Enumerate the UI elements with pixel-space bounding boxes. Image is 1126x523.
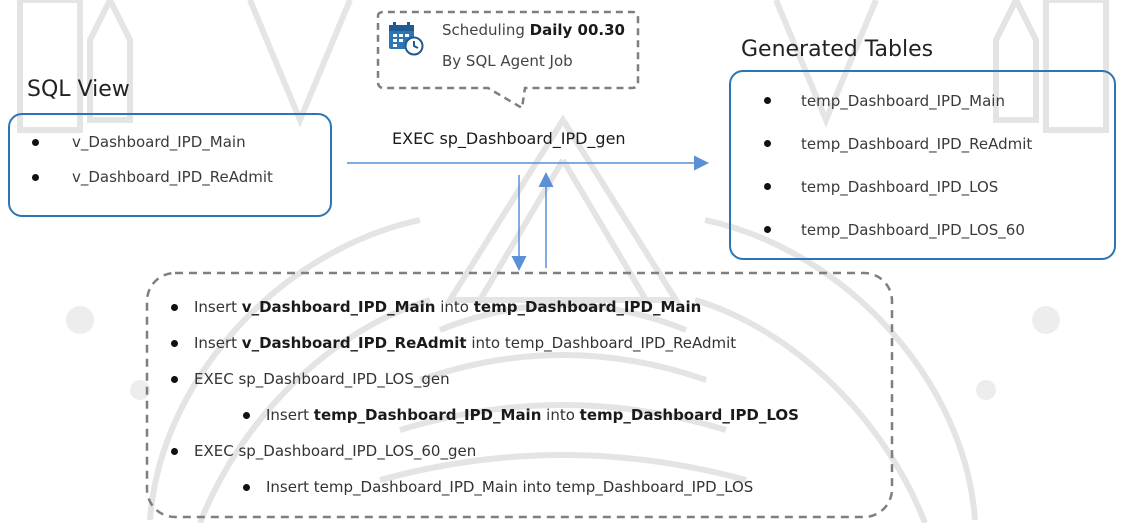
bullet	[764, 140, 771, 147]
step-text: into temp_Dashboard_IPD_ReAdmit	[466, 334, 737, 352]
bullet	[171, 376, 178, 383]
bullet	[243, 412, 250, 419]
generated-item: temp_Dashboard_IPD_LOS_60	[801, 221, 1025, 239]
bullet	[764, 97, 771, 104]
bullet	[764, 226, 771, 233]
bullet	[764, 183, 771, 190]
step-source: temp_Dashboard_IPD_Main	[313, 406, 542, 424]
step-insert-readmit: Insert v_Dashboard_IPD_ReAdmit into temp…	[194, 334, 736, 352]
generated-item: temp_Dashboard_IPD_Main	[801, 92, 1005, 110]
generated-tables-title: Generated Tables	[741, 37, 934, 62]
bullet	[243, 484, 250, 491]
step-source: v_Dashboard_IPD_Main	[241, 298, 436, 316]
step-text: into	[541, 406, 580, 424]
generated-item: temp_Dashboard_IPD_ReAdmit	[801, 135, 1033, 153]
step-target: temp_Dashboard_IPD_Main	[473, 298, 702, 316]
step-text: Insert	[194, 334, 242, 352]
generated-tables-box: temp_Dashboard_IPD_Main temp_Dashboard_I…	[729, 70, 1116, 260]
step-target: temp_Dashboard_IPD_LOS	[579, 406, 799, 424]
step-text: Insert	[266, 406, 314, 424]
step-insert-los: Insert temp_Dashboard_IPD_Main into temp…	[266, 406, 799, 424]
step-text: into	[435, 298, 474, 316]
step-exec-los-60: EXEC sp_Dashboard_IPD_LOS_60_gen	[194, 442, 477, 460]
step-text: Insert	[194, 298, 242, 316]
step-exec-los: EXEC sp_Dashboard_IPD_LOS_gen	[194, 370, 450, 388]
bullet	[171, 340, 178, 347]
bullet	[171, 448, 178, 455]
step-insert-los-60: Insert temp_Dashboard_IPD_Main into temp…	[266, 478, 754, 496]
step-source: v_Dashboard_IPD_ReAdmit	[241, 334, 467, 352]
step-insert-main: Insert v_Dashboard_IPD_Main into temp_Da…	[194, 298, 701, 316]
generated-item: temp_Dashboard_IPD_LOS	[801, 178, 999, 196]
bullet	[171, 304, 178, 311]
